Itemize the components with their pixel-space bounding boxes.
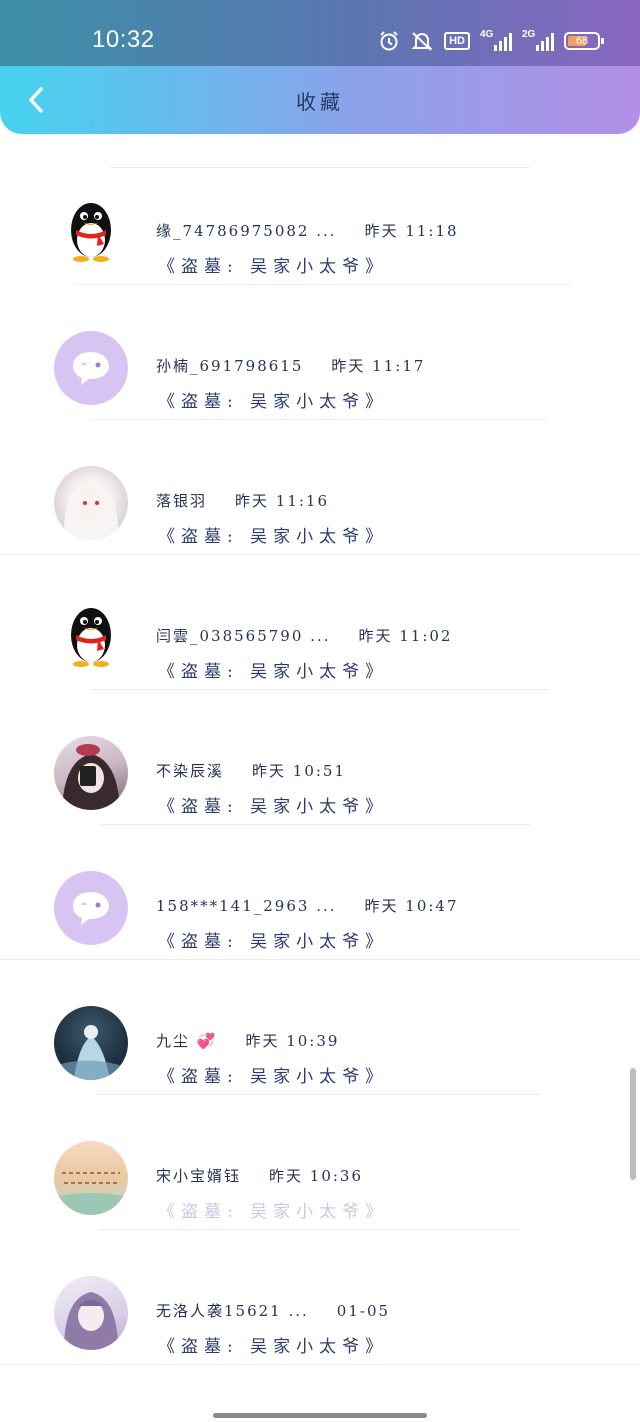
book-title: 《盗墓: 吴家小太爷》 <box>158 797 389 817</box>
favorites-list: 缘_74786975082 ... 昨天 11:18 《盗墓: 吴家小太爷》 孙楠… <box>0 150 640 1365</box>
list-item[interactable]: 无洛人袭15621 ... 01-05 《盗墓: 吴家小太爷》 <box>0 1230 640 1365</box>
user-name: 无洛人袭15621 ... <box>156 1302 309 1320</box>
list-item[interactable]: 闫雲_038565790 ... 昨天 11:02 《盗墓: 吴家小太爷》 <box>0 555 640 690</box>
user-name: 落银羽 <box>156 492 208 510</box>
list-item[interactable]: 不染辰溪 昨天 10:51 《盗墓: 吴家小太爷》 <box>0 690 640 825</box>
penguin-icon <box>54 601 128 675</box>
book-title: 《盗墓: 吴家小太爷》 <box>158 527 389 547</box>
list-item[interactable]: 宋小宝婿钰 昨天 10:36 《盗墓: 吴家小太爷》 <box>0 1095 640 1230</box>
book-title: 《盗墓: 吴家小太爷》 <box>158 1337 389 1357</box>
user-name: 宋小宝婿钰 <box>156 1167 242 1185</box>
timestamp: 昨天 10:39 <box>245 1032 340 1050</box>
home-indicator[interactable] <box>213 1413 427 1418</box>
list-item[interactable]: 落银羽 昨天 11:16 《盗墓: 吴家小太爷》 <box>0 420 640 555</box>
book-title: 《盗墓: 吴家小太爷》 <box>158 1202 389 1222</box>
mute-bell-icon <box>410 30 434 52</box>
battery-icon: 68 <box>564 32 604 50</box>
avatar <box>54 1276 128 1350</box>
timestamp: 昨天 11:16 <box>235 492 330 510</box>
user-name: 158***141_2963 ... <box>156 897 337 915</box>
book-title: 《盗墓: 吴家小太爷》 <box>158 932 389 952</box>
list-item[interactable]: 158***141_2963 ... 昨天 10:47 《盗墓: 吴家小太爷》 <box>0 825 640 960</box>
user-name: 不染辰溪 <box>156 762 225 780</box>
timestamp: 01-05 <box>336 1302 391 1320</box>
book-title: 《盗墓: 吴家小太爷》 <box>158 662 389 682</box>
avatar <box>54 1006 128 1080</box>
timestamp: 昨天 10:47 <box>364 897 459 915</box>
book-title: 《盗墓: 吴家小太爷》 <box>158 1067 389 1087</box>
hd-badge: HD <box>444 32 470 50</box>
timestamp: 昨天 11:17 <box>331 357 426 375</box>
user-name: 缘_74786975082 ... <box>156 222 337 240</box>
timestamp: 昨天 10:51 <box>252 762 347 780</box>
book-title: 《盗墓: 吴家小太爷》 <box>158 392 389 412</box>
timestamp: 昨天 10:36 <box>269 1167 364 1185</box>
list-item[interactable]: 孙楠_691798615 昨天 11:17 《盗墓: 吴家小太爷》 <box>0 285 640 420</box>
divider <box>0 1364 640 1365</box>
list-item[interactable]: 缘_74786975082 ... 昨天 11:18 《盗墓: 吴家小太爷》 <box>0 150 640 285</box>
avatar <box>54 466 128 540</box>
user-name: 九尘 💞 <box>156 1032 218 1050</box>
penguin-icon <box>54 196 128 270</box>
user-name: 闫雲_038565790 ... <box>156 627 331 645</box>
scrollbar[interactable] <box>630 1068 636 1180</box>
chat-bubble-icon <box>54 331 128 405</box>
user-name: 孙楠_691798615 <box>156 357 304 375</box>
navbar: 收藏 <box>0 66 640 134</box>
list-item[interactable]: 九尘 💞 昨天 10:39 《盗墓: 吴家小太爷》 <box>0 960 640 1095</box>
status-time: 10:32 <box>92 26 155 53</box>
timestamp: 昨天 11:18 <box>364 222 459 240</box>
page-title: 收藏 <box>296 90 344 114</box>
status-icons: HD 4G 2G 68 <box>378 28 604 54</box>
status-bar: 10:32 HD 4G 2G 68 <box>0 0 640 70</box>
signal-4g-icon: 4G <box>480 29 512 51</box>
signal-2g-icon: 2G <box>522 29 554 51</box>
chat-bubble-icon <box>54 871 128 945</box>
book-title: 《盗墓: 吴家小太爷》 <box>158 257 389 277</box>
alarm-icon <box>378 30 400 52</box>
timestamp: 昨天 11:02 <box>358 627 453 645</box>
avatar <box>54 736 128 810</box>
avatar <box>54 1141 128 1215</box>
